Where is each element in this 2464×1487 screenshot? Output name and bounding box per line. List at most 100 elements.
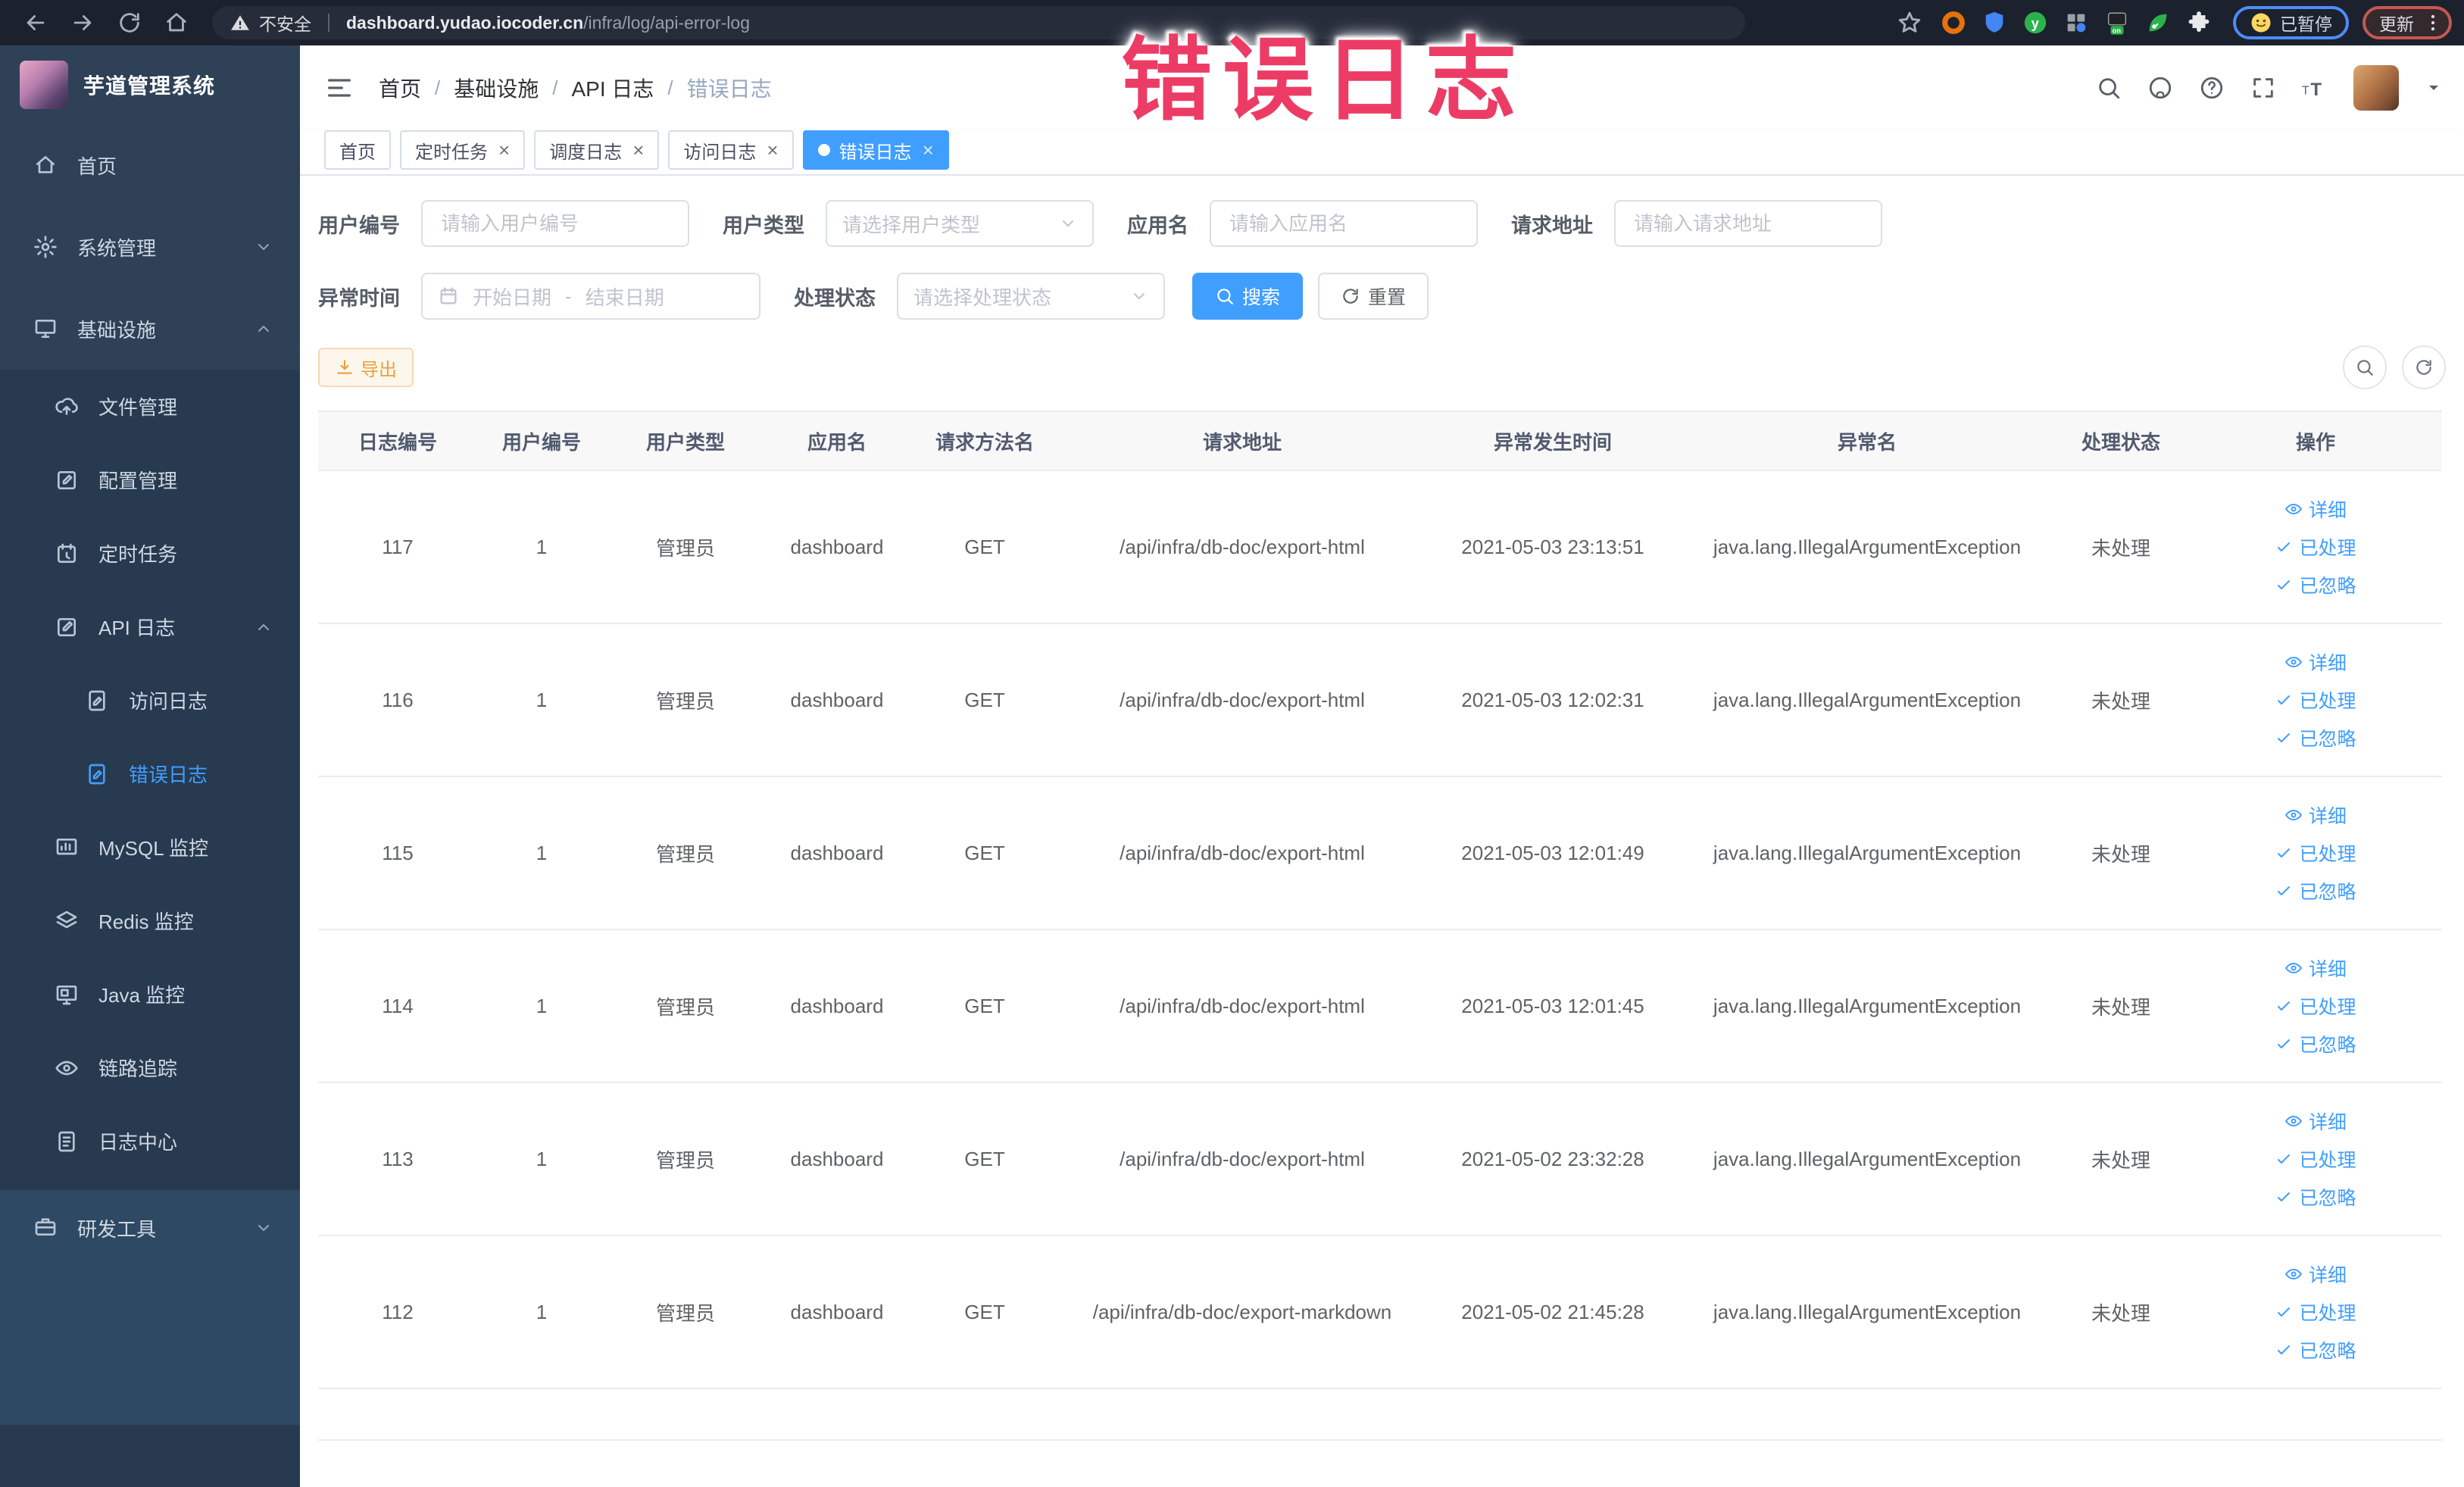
security-warning-icon[interactable] [230,13,250,33]
app-name-input[interactable] [1210,200,1478,247]
action-已忽略[interactable]: 已忽略 [2189,872,2442,910]
sidebar-item-系统管理[interactable]: 系统管理 [0,206,300,288]
action-已忽略[interactable]: 已忽略 [2189,1178,2442,1216]
extension-on-switch-icon[interactable]: on [2104,10,2130,36]
sidebar-item-首页[interactable]: 首页 [0,124,300,206]
action-已处理[interactable]: 已处理 [2189,1140,2442,1178]
column-header-请求地址: 请求地址 [1060,411,1424,471]
sidebar-item-访问日志[interactable]: 访问日志 [0,664,300,737]
toggle-search-button[interactable] [2343,345,2387,389]
browser-menu-icon[interactable] [2422,11,2444,34]
font-size-icon[interactable]: TT [2302,75,2328,101]
check-icon [2275,1035,2293,1053]
sidebar-toggle-hamburger-icon[interactable] [324,73,354,103]
sidebar-item-定时任务[interactable]: 定时任务 [0,517,300,590]
action-已处理[interactable]: 已处理 [2189,681,2442,719]
tab-定时任务[interactable]: 定时任务 × [400,130,526,170]
sidebar-item-label: API 日志 [98,617,176,639]
action-已忽略[interactable]: 已忽略 [2189,566,2442,604]
export-button[interactable]: 导出 [318,348,414,387]
tab-调度日志[interactable]: 调度日志 × [534,130,660,170]
sidebar-item-日志中心[interactable]: 日志中心 [0,1104,300,1178]
user-id-input[interactable] [421,200,689,247]
bookmark-star-icon[interactable] [1897,10,1922,36]
user-avatar[interactable] [2353,65,2399,111]
browser-back-icon[interactable] [23,10,48,36]
breadcrumb-item[interactable]: 首页 [379,73,421,103]
action-详细[interactable]: 详细 [2189,1255,2442,1293]
browser-update-button[interactable]: 更新 [2363,6,2452,39]
date-range-picker[interactable]: 开始日期 - 结束日期 [421,273,760,320]
app-logo[interactable]: 芋道管理系统 [0,45,300,124]
sidebar-item-文件管理[interactable]: 文件管理 [0,370,300,443]
action-已处理[interactable]: 已处理 [2189,834,2442,872]
action-已忽略[interactable]: 已忽略 [2189,1025,2442,1063]
cell-id: 117 [318,471,477,624]
breadcrumb-item[interactable]: 基础设施 [454,73,539,103]
action-详细[interactable]: 详细 [2189,1102,2442,1140]
table-body: 117 1 管理员 dashboard GET/api/infra/db-doc/exp… [318,471,2442,1389]
user-menu-caret-icon[interactable] [2425,79,2443,97]
reset-button-label: 重置 [1368,287,1407,308]
action-label: 已处理 [2299,538,2356,559]
browser-home-icon[interactable] [164,10,189,36]
action-已处理[interactable]: 已处理 [2189,528,2442,566]
extension-green-y-icon[interactable]: y [2022,10,2048,36]
action-已处理[interactable]: 已处理 [2189,1293,2442,1331]
tab-close-icon[interactable]: × [498,140,510,160]
tab-close-icon[interactable]: × [923,140,934,160]
sidebar-item-Java-监控[interactable]: Java 监控 [0,957,300,1031]
tab-访问日志[interactable]: 访问日志 × [668,130,794,170]
help-icon[interactable] [2199,75,2225,101]
sidebar-item-MySQL-监控[interactable]: MySQL 监控 [0,811,300,884]
sidebar-item-label: 基础设施 [77,318,157,342]
sidebar-item-label: 研发工具 [77,1218,157,1241]
action-详细[interactable]: 详细 [2189,643,2442,681]
sidebar-item-研发工具[interactable]: 研发工具 [0,1190,300,1425]
fullscreen-icon[interactable] [2250,75,2276,101]
search-button[interactable]: 搜索 [1192,273,1304,320]
filter-row-1: 用户编号 用户类型 请选择用户类型 应用名 请求地址 [318,200,2446,247]
chev-up-icon [255,320,273,338]
sidebar-item-错误日志[interactable]: 错误日志 [0,737,300,811]
request-url-input[interactable] [1614,200,1882,247]
header-search-icon[interactable] [2096,75,2122,101]
sidebar-item-基础设施[interactable]: 基础设施 [0,288,300,370]
cell-url: /api/infra/db-doc/export-html [1060,624,1424,777]
sidebar-item-Redis-监控[interactable]: Redis 监控 [0,884,300,957]
sidebar-item-API-日志[interactable]: API 日志 [0,590,300,664]
reset-button[interactable]: 重置 [1318,273,1429,320]
user-type-select[interactable]: 请选择用户类型 [826,200,1094,247]
sidebar-item-配置管理[interactable]: 配置管理 [0,443,300,517]
tab-首页[interactable]: 首页 [324,130,391,170]
action-已处理[interactable]: 已处理 [2189,987,2442,1025]
cell-status: 未处理 [2053,1083,2189,1236]
process-status-select[interactable]: 请选择处理状态 [897,273,1165,320]
action-详细[interactable]: 详细 [2189,490,2442,528]
cell-method: GET [909,1236,1060,1389]
tab-close-icon[interactable]: × [632,140,644,160]
extension-grid-icon[interactable] [2063,10,2089,36]
github-icon[interactable] [2147,75,2173,101]
breadcrumb-item[interactable]: API 日志 [572,73,654,103]
browser-reload-icon[interactable] [117,10,142,36]
action-详细[interactable]: 详细 [2189,796,2442,834]
extension-orange-icon[interactable] [1941,10,1966,36]
tab-错误日志[interactable]: 错误日志 × [802,130,949,170]
column-header-异常发生时间: 异常发生时间 [1424,411,1682,471]
extension-leaf-icon[interactable] [2145,10,2171,36]
browser-forward-icon[interactable] [70,10,95,36]
address-bar[interactable]: 不安全 dashboard.yudao.iocoder.cn/infra/log… [212,6,1745,39]
action-已忽略[interactable]: 已忽略 [2189,719,2442,757]
action-详细[interactable]: 详细 [2189,949,2442,987]
sidebar-item-label: 首页 [77,155,117,178]
tab-close-icon[interactable]: × [767,140,778,160]
profile-paused-badge[interactable]: 已暂停 [2233,6,2349,39]
check-icon [2275,1303,2293,1321]
date-end-placeholder: 结束日期 [585,286,664,309]
extension-shield-icon[interactable] [1982,10,2007,36]
sidebar-item-链路追踪[interactable]: 链路追踪 [0,1031,300,1104]
extensions-puzzle-icon[interactable] [2186,10,2212,36]
refresh-table-button[interactable] [2402,345,2446,389]
action-已忽略[interactable]: 已忽略 [2189,1331,2442,1369]
